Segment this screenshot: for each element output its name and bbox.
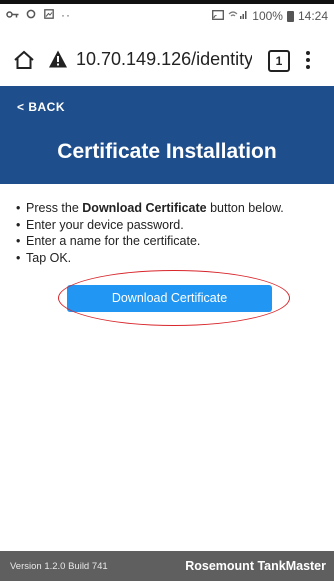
cast-icon xyxy=(212,9,225,23)
status-bar: ·· 100% 14:24 xyxy=(0,0,334,30)
home-icon[interactable] xyxy=(12,48,36,72)
battery-percent: 100% xyxy=(252,9,283,23)
battery-icon xyxy=(286,10,294,22)
instruction-step-3: • Enter a name for the certificate. xyxy=(16,234,201,248)
page-content: • Press the Download Certificate button b… xyxy=(0,184,334,551)
instruction-step-1: • Press the Download Certificate button b… xyxy=(16,201,284,215)
version-label: Version 1.2.0 Build 741 xyxy=(10,561,108,572)
instruction-emphasis: Download Certificate xyxy=(82,201,207,215)
browser-toolbar: 10.70.149.126/identity/ 1 xyxy=(0,38,334,82)
download-certificate-button[interactable]: Download Certificate xyxy=(67,285,272,312)
notification-icons: ·· xyxy=(6,8,74,22)
system-status: 100% 14:24 xyxy=(212,9,328,23)
url-text[interactable]: 10.70.149.126/identity/ xyxy=(76,49,252,70)
back-link[interactable]: < BACK xyxy=(17,100,65,114)
tab-switcher-button[interactable]: 1 xyxy=(268,50,290,72)
brand-label: Rosemount TankMaster xyxy=(185,559,326,573)
wifi-signal-icon xyxy=(228,9,248,23)
warning-icon[interactable] xyxy=(48,49,68,69)
overflow-menu-icon[interactable] xyxy=(305,51,311,71)
key-icon xyxy=(6,8,23,22)
phone-screen: ·· 100% 14:24 10.70.149.126/identity/ 1 xyxy=(0,0,334,581)
instruction-step-2: • Enter your device password. xyxy=(16,217,184,232)
more-notifications-dots: ·· xyxy=(61,8,72,22)
page-title: Certificate Installation xyxy=(57,140,277,163)
instruction-step-4: • Tap OK. xyxy=(16,250,72,265)
instruction-list: • Press the Download Certificate button b… xyxy=(16,200,328,266)
image-icon xyxy=(43,8,58,22)
circle-icon xyxy=(26,8,40,22)
address-bar[interactable]: 10.70.149.126/identity/ xyxy=(48,46,252,74)
clock: 14:24 xyxy=(297,9,328,23)
footer: Version 1.2.0 Build 741 Rosemount TankMa… xyxy=(0,551,334,581)
page-header: < BACK Certificate Installation xyxy=(0,86,334,184)
